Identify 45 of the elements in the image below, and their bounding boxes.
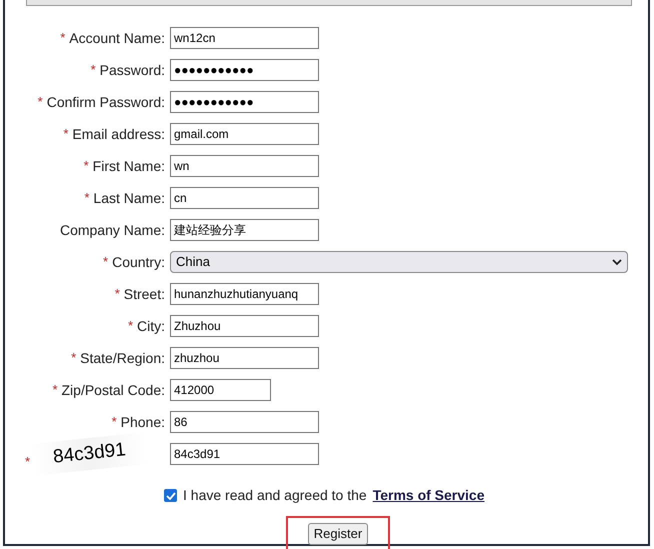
- field-label: Last Name:: [93, 188, 165, 208]
- input-field[interactable]: hunanzhuzhutianyuanq: [170, 283, 319, 305]
- field-label: Password:: [100, 60, 165, 80]
- password-field[interactable]: ●●●●●●●●●●●: [170, 91, 319, 113]
- required-asterisk: *: [71, 349, 76, 368]
- field-label: Street:: [124, 284, 165, 304]
- field-label: Phone:: [120, 412, 165, 432]
- input-field[interactable]: cn: [170, 187, 319, 209]
- input-field[interactable]: wn: [170, 155, 319, 177]
- field-label: Company Name:: [60, 220, 165, 240]
- terms-link[interactable]: Terms of Service: [372, 485, 484, 506]
- input-field[interactable]: wn12cn: [170, 27, 319, 49]
- required-asterisk: *: [128, 317, 133, 336]
- required-asterisk: *: [63, 125, 68, 144]
- field-label: State/Region:: [80, 348, 165, 368]
- required-asterisk: *: [25, 453, 30, 472]
- field-label: Email address:: [72, 124, 165, 144]
- password-field[interactable]: ●●●●●●●●●●●: [170, 59, 319, 81]
- required-asterisk: *: [60, 29, 66, 48]
- field-label: City:: [137, 316, 165, 336]
- input-field[interactable]: gmail.com: [170, 123, 319, 145]
- country-select[interactable]: China: [170, 251, 628, 273]
- required-asterisk: *: [90, 61, 96, 80]
- field-label: Zip/Postal Code:: [62, 380, 165, 400]
- captcha-field[interactable]: 84c3d91: [170, 443, 319, 465]
- required-asterisk: *: [52, 381, 58, 400]
- field-label: Confirm Password:: [46, 92, 165, 112]
- input-field[interactable]: Zhuzhou: [170, 315, 319, 337]
- register-button[interactable]: Register: [308, 522, 368, 545]
- agreement-text: I have read and agreed to the: [183, 486, 367, 505]
- required-asterisk: *: [38, 93, 43, 112]
- field-label: First Name:: [92, 156, 165, 176]
- required-asterisk: *: [84, 157, 89, 176]
- required-asterisk: *: [114, 285, 120, 304]
- required-asterisk: *: [103, 253, 108, 272]
- input-field[interactable]: 建站经验分享: [170, 219, 319, 241]
- agree-checkbox[interactable]: [164, 489, 177, 502]
- required-asterisk: *: [112, 413, 117, 432]
- required-asterisk: *: [84, 189, 90, 208]
- field-label: Country:: [112, 252, 165, 272]
- input-field[interactable]: 86: [170, 411, 319, 433]
- chevron-down-icon: [612, 258, 622, 266]
- field-label: Account Name:: [69, 28, 165, 48]
- input-field[interactable]: 412000: [170, 379, 271, 401]
- input-field[interactable]: zhuzhou: [170, 347, 319, 369]
